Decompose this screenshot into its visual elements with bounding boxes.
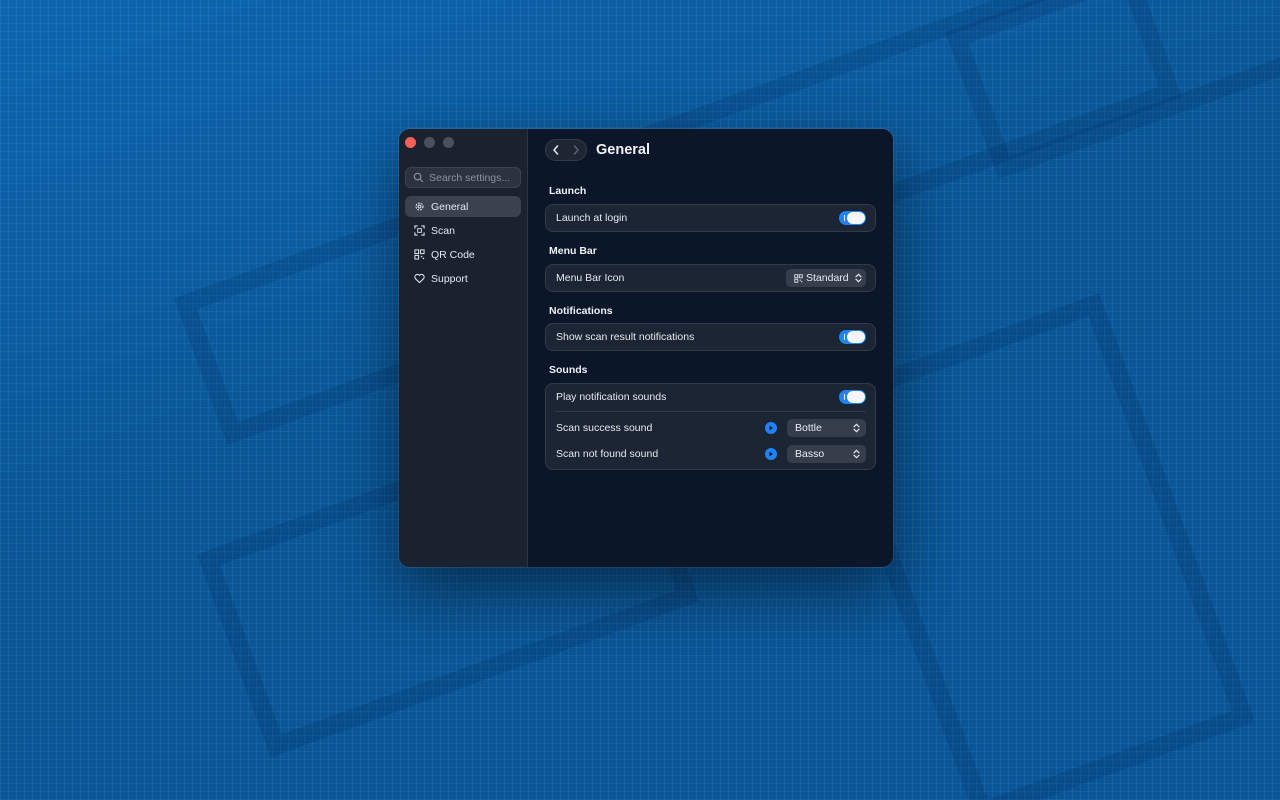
sidebar-item-qr-code[interactable]: QR Code <box>405 244 521 265</box>
chevron-left-icon <box>553 145 559 155</box>
window-controls <box>405 137 454 148</box>
launch-at-login-row: Launch at login <box>546 205 875 231</box>
show-notifications-row: Show scan result notifications <box>546 324 875 350</box>
scan-success-sound-row: Scan success sound Bottle <box>546 415 875 441</box>
chevron-right-icon <box>573 145 579 155</box>
sidebar-item-label: QR Code <box>431 248 475 261</box>
sidebar-item-scan[interactable]: Scan <box>405 220 521 241</box>
select-value: Standard <box>806 272 849 284</box>
menu-bar-icon-row: Menu Bar Icon Standard <box>546 265 875 291</box>
sidebar-item-label: Support <box>431 272 468 285</box>
select-value: Basso <box>795 448 825 460</box>
wallpaper-shape <box>945 0 1280 180</box>
section-title-launch: Launch <box>549 185 587 197</box>
show-notifications-toggle[interactable] <box>839 330 866 344</box>
scan-success-sound-select[interactable]: Bottle <box>787 419 866 437</box>
sidebar-item-label: Scan <box>431 224 455 237</box>
row-label: Play notification sounds <box>556 391 667 403</box>
select-value: Bottle <box>795 422 822 434</box>
play-sounds-toggle[interactable] <box>839 390 866 404</box>
forward-button[interactable] <box>566 140 586 160</box>
play-icon <box>769 451 773 457</box>
sound-control: Bottle <box>765 419 866 437</box>
menu-bar-group: Menu Bar Icon Standard <box>545 264 876 292</box>
row-label: Show scan result notifications <box>556 331 695 343</box>
section-title-sounds: Sounds <box>549 364 588 376</box>
chevron-up-down-icon <box>853 423 860 433</box>
settings-content: General Launch Launch at login Menu Bar … <box>528 129 893 567</box>
sidebar-item-support[interactable]: Support <box>405 268 521 289</box>
search-input[interactable]: Search settings... <box>405 167 521 188</box>
minimize-window-button[interactable] <box>424 137 435 148</box>
qr-code-icon <box>794 273 803 283</box>
sidebar-item-general[interactable]: General <box>405 196 521 217</box>
search-icon <box>413 172 424 183</box>
launch-at-login-toggle[interactable] <box>839 211 866 225</box>
row-label: Launch at login <box>556 212 628 224</box>
chevron-up-down-icon <box>855 273 862 283</box>
sidebar: Search settings... General Scan QR Code … <box>399 129 528 567</box>
settings-window: Search settings... General Scan QR Code … <box>399 129 893 567</box>
chevron-up-down-icon <box>853 449 860 459</box>
qr-code-icon <box>413 249 425 261</box>
launch-group: Launch at login <box>545 204 876 232</box>
menu-bar-icon-select[interactable]: Standard <box>786 269 866 287</box>
close-window-button[interactable] <box>405 137 416 148</box>
sidebar-nav: General Scan QR Code Support <box>405 196 521 292</box>
sounds-group: Play notification sounds Scan success so… <box>545 383 876 470</box>
scan-icon <box>413 225 425 237</box>
page-title: General <box>596 142 650 158</box>
section-title-notifications: Notifications <box>549 305 613 317</box>
row-label: Scan not found sound <box>556 448 659 460</box>
notifications-group: Show scan result notifications <box>545 323 876 351</box>
row-label: Scan success sound <box>556 422 653 434</box>
heart-icon <box>413 273 425 285</box>
play-sounds-row: Play notification sounds <box>546 384 875 410</box>
play-success-sound-button[interactable] <box>765 422 777 434</box>
section-title-menu-bar: Menu Bar <box>549 245 597 257</box>
history-buttons <box>545 139 587 161</box>
row-divider <box>555 411 866 412</box>
play-icon <box>769 425 773 431</box>
search-placeholder: Search settings... <box>429 171 511 184</box>
row-label: Menu Bar Icon <box>556 272 625 284</box>
scan-not-found-sound-row: Scan not found sound Basso <box>546 441 875 467</box>
sidebar-item-label: General <box>431 200 469 213</box>
sound-control: Basso <box>765 445 866 463</box>
toolbar: General <box>545 139 650 161</box>
back-button[interactable] <box>546 140 566 160</box>
zoom-window-button[interactable] <box>443 137 454 148</box>
scan-not-found-sound-select[interactable]: Basso <box>787 445 866 463</box>
gear-icon <box>413 201 425 213</box>
play-not-found-sound-button[interactable] <box>765 448 777 460</box>
